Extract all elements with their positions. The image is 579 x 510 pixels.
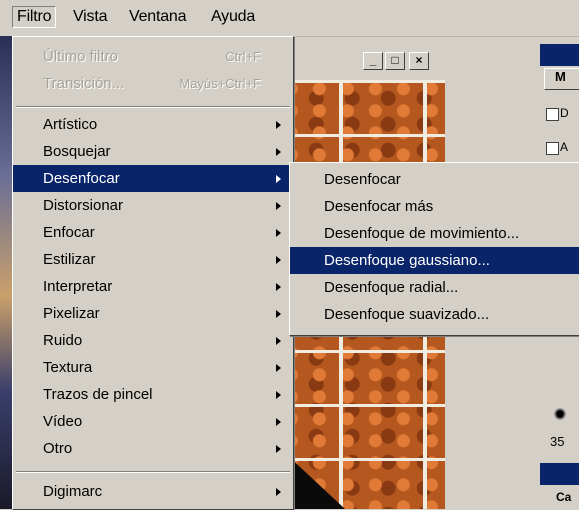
palette-checkbox-2[interactable] bbox=[546, 142, 559, 155]
palette-checkbox-1-label: D bbox=[560, 106, 569, 120]
submenu-arrow-icon bbox=[276, 175, 281, 183]
menu-item-digimarc[interactable]: Digimarc bbox=[13, 478, 293, 505]
menu-item-label: Ruido bbox=[43, 332, 83, 349]
menu-item-trazos-de-pincel[interactable]: Trazos de pincel bbox=[13, 381, 293, 408]
menu-vista[interactable]: Vista bbox=[73, 8, 107, 26]
menu-item-pixelizar[interactable]: Pixelizar bbox=[13, 300, 293, 327]
menu-item-label: Desenfocar bbox=[43, 170, 120, 187]
submenu-arrow-icon bbox=[276, 202, 281, 210]
palette-label: Ca bbox=[556, 490, 572, 504]
menu-item-label: Último filtro bbox=[43, 48, 119, 65]
submenu-arrow-icon bbox=[276, 445, 281, 453]
menu-item-label: Transición... bbox=[43, 75, 125, 92]
menu-item-otro[interactable]: Otro bbox=[13, 435, 293, 462]
minimize-button[interactable]: _ bbox=[363, 52, 383, 70]
palette-titlebar-2 bbox=[540, 463, 579, 485]
palette-checkbox-1[interactable] bbox=[546, 108, 559, 121]
close-button[interactable]: × bbox=[409, 52, 429, 70]
menu-ayuda[interactable]: Ayuda bbox=[211, 8, 255, 26]
menu-filtro[interactable]: Filtro bbox=[12, 6, 57, 28]
menu-item-label: Vídeo bbox=[43, 413, 83, 430]
menu-item-label: Trazos de pincel bbox=[43, 386, 153, 403]
blur-submenu: Desenfocar Desenfocar más Desenfoque de … bbox=[289, 162, 579, 336]
maximize-button[interactable]: □ bbox=[385, 52, 405, 70]
menu-item-shortcut: Mayús+Ctrl+F bbox=[179, 76, 261, 91]
submenu-item-desenfocar[interactable]: Desenfocar bbox=[290, 166, 579, 193]
palette-titlebar bbox=[540, 44, 579, 66]
submenu-arrow-icon bbox=[276, 337, 281, 345]
menu-item-interpretar[interactable]: Interpretar bbox=[13, 273, 293, 300]
brush-preview-icon[interactable] bbox=[554, 408, 566, 420]
menu-item-shortcut: Ctrl+F bbox=[225, 49, 261, 64]
menu-separator bbox=[16, 106, 290, 108]
menu-item-label: Bosquejar bbox=[43, 143, 111, 160]
menu-item-label: Artístico bbox=[43, 116, 98, 133]
menu-item-bosquejar[interactable]: Bosquejar bbox=[13, 138, 293, 165]
menu-separator bbox=[16, 471, 290, 473]
menu-item-label: Pixelizar bbox=[43, 305, 100, 322]
submenu-arrow-icon bbox=[276, 148, 281, 156]
submenu-item-desenfoque-movimiento[interactable]: Desenfoque de movimiento... bbox=[290, 220, 579, 247]
menu-item-enfocar[interactable]: Enfocar bbox=[13, 219, 293, 246]
submenu-arrow-icon bbox=[276, 229, 281, 237]
menu-item-ruido[interactable]: Ruido bbox=[13, 327, 293, 354]
menu-item-label: Digimarc bbox=[43, 483, 103, 500]
filter-menu: Último filtro Ctrl+F Transición... Mayús… bbox=[12, 36, 294, 510]
submenu-arrow-icon bbox=[276, 310, 281, 318]
submenu-item-desenfoque-radial[interactable]: Desenfoque radial... bbox=[290, 274, 579, 301]
menu-item-textura[interactable]: Textura bbox=[13, 354, 293, 381]
brush-size-label: 35 bbox=[550, 434, 565, 449]
menu-item-transicion[interactable]: Transición... Mayús+Ctrl+F bbox=[13, 70, 293, 97]
menu-item-label: Interpretar bbox=[43, 278, 113, 295]
menu-item-artistico[interactable]: Artístico bbox=[13, 111, 293, 138]
menu-item-distorsionar[interactable]: Distorsionar bbox=[13, 192, 293, 219]
palette-checkbox-2-label: A bbox=[560, 140, 569, 154]
menu-item-label: Distorsionar bbox=[43, 197, 124, 214]
submenu-item-label: Desenfoque radial... bbox=[324, 279, 459, 296]
submenu-arrow-icon bbox=[276, 391, 281, 399]
submenu-item-label: Desenfocar bbox=[324, 171, 401, 188]
palette-button[interactable]: M bbox=[544, 68, 579, 90]
menu-item-desenfocar[interactable]: Desenfocar bbox=[13, 165, 293, 192]
menu-item-label: Textura bbox=[43, 359, 93, 376]
submenu-item-desenfocar-mas[interactable]: Desenfocar más bbox=[290, 193, 579, 220]
submenu-item-desenfoque-gaussiano[interactable]: Desenfoque gaussiano... bbox=[290, 247, 579, 274]
menu-item-label: Enfocar bbox=[43, 224, 95, 241]
menu-bar: Filtro Vista Ventana Ayuda bbox=[0, 0, 579, 37]
submenu-item-label: Desenfoque de movimiento... bbox=[324, 225, 520, 242]
menu-item-label: Otro bbox=[43, 440, 73, 457]
menu-ventana[interactable]: Ventana bbox=[129, 8, 187, 26]
submenu-arrow-icon bbox=[276, 364, 281, 372]
submenu-item-label: Desenfocar más bbox=[324, 198, 434, 215]
submenu-item-label: Desenfoque gaussiano... bbox=[324, 252, 490, 269]
menu-item-video[interactable]: Vídeo bbox=[13, 408, 293, 435]
submenu-item-label: Desenfoque suavizado... bbox=[324, 306, 490, 323]
submenu-arrow-icon bbox=[276, 121, 281, 129]
submenu-arrow-icon bbox=[276, 283, 281, 291]
submenu-item-desenfoque-suavizado[interactable]: Desenfoque suavizado... bbox=[290, 301, 579, 328]
submenu-arrow-icon bbox=[276, 488, 281, 496]
submenu-arrow-icon bbox=[276, 256, 281, 264]
submenu-arrow-icon bbox=[276, 418, 281, 426]
menu-item-estilizar[interactable]: Estilizar bbox=[13, 246, 293, 273]
menu-item-ultimo-filtro[interactable]: Último filtro Ctrl+F bbox=[13, 43, 293, 70]
menu-item-label: Estilizar bbox=[43, 251, 96, 268]
